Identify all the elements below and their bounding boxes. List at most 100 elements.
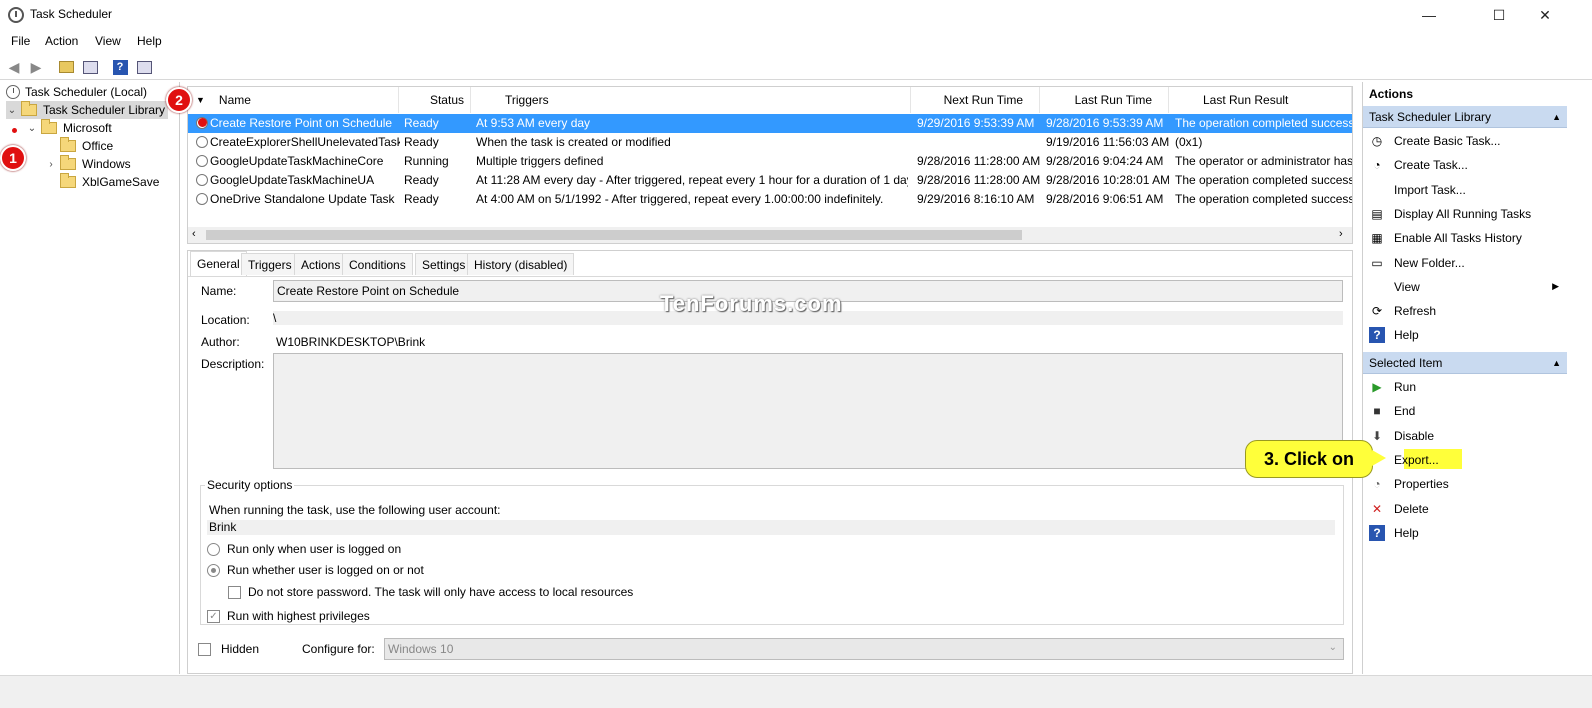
action-label: Delete — [1394, 501, 1429, 516]
run-highest-privileges-checkbox[interactable]: ✓ — [207, 610, 220, 623]
scroll-left-icon[interactable]: ‹ — [192, 228, 196, 240]
action-help[interactable]: ? Help — [1363, 522, 1567, 544]
callout-pointer-1 — [12, 128, 17, 133]
hidden-checkbox[interactable] — [198, 643, 211, 656]
watermark: TenForums.com — [660, 291, 843, 316]
tree-item-xblgamesave[interactable]: XblGameSave — [60, 173, 159, 191]
column-header-status[interactable]: Status — [399, 87, 471, 113]
table-row[interactable]: GoogleUpdateTaskMachineCore Running Multip… — [188, 152, 1352, 171]
show-hide-action-pane-icon[interactable] — [134, 57, 154, 77]
cell-status: Ready — [404, 135, 439, 149]
run-only-logged-on-radio[interactable] — [207, 543, 220, 556]
minimize-button[interactable]: — — [1406, 0, 1452, 30]
cell-name: OneDrive Standalone Update Task — [210, 192, 395, 206]
chevron-down-icon[interactable]: ⌄ — [26, 123, 38, 134]
action-properties[interactable]: ◔ Properties — [1363, 473, 1567, 495]
actions-pane: Actions Task Scheduler Library ▲ ◷ Create… — [1362, 82, 1567, 674]
column-header-name[interactable]: ▼ Name — [188, 87, 399, 113]
tree-item-task-scheduler-library[interactable]: ⌄ Task Scheduler Library — [6, 101, 169, 119]
tab-actions[interactable]: Actions — [294, 253, 348, 275]
column-header-last-run-result[interactable]: Last Run Result — [1169, 87, 1352, 113]
tree-item-windows[interactable]: › Windows — [45, 155, 131, 173]
sort-down-icon: ▼ — [196, 95, 205, 105]
tab-history[interactable]: History (disabled) — [467, 253, 575, 275]
up-folder-icon[interactable] — [56, 57, 76, 77]
running-tasks-icon: ▤ — [1371, 206, 1383, 221]
maximize-button[interactable]: ☐ — [1476, 0, 1522, 30]
actions-section-selected-item[interactable]: Selected Item ▲ — [1363, 352, 1567, 374]
column-header-next-run-time[interactable]: Next Run Time — [911, 87, 1040, 113]
tab-general[interactable]: General — [190, 251, 247, 276]
do-not-store-password-checkbox[interactable] — [228, 586, 241, 599]
tree-item-microsoft[interactable]: ⌄ Microsoft — [26, 119, 112, 137]
action-export[interactable]: Export... — [1363, 449, 1567, 471]
description-field[interactable] — [273, 353, 1343, 469]
action-label: Create Task... — [1394, 158, 1468, 173]
delete-icon: ✕ — [1371, 501, 1383, 516]
back-icon[interactable]: ◀ — [4, 57, 24, 77]
tree-label: Task Scheduler Library — [43, 103, 166, 117]
callout-pointer-2 — [198, 118, 207, 127]
scroll-right-icon[interactable]: › — [1339, 228, 1343, 240]
column-header-last-run-time[interactable]: Last Run Time — [1040, 87, 1169, 113]
cell-last: 9/28/2016 9:53:39 AM — [1046, 116, 1164, 130]
action-run[interactable]: ▶ Run — [1363, 376, 1567, 398]
table-row[interactable]: CreateExplorerShellUnelevatedTask Ready Wh… — [188, 133, 1352, 152]
menu-help[interactable]: Help — [137, 34, 162, 48]
history-icon: ▦ — [1371, 231, 1383, 246]
cell-next: 9/28/2016 11:28:00 AM — [917, 154, 1040, 168]
collapse-icon[interactable]: ▲ — [1552, 358, 1561, 368]
run-whether-logged-on-radio[interactable] — [207, 564, 220, 577]
menu-file[interactable]: File — [11, 34, 30, 48]
callout-badge-1: 1 — [0, 145, 26, 171]
table-row[interactable]: GoogleUpdateTaskMachineUA Ready At 11:28 A… — [188, 171, 1352, 190]
action-new-folder[interactable]: ▭ New Folder... — [1363, 252, 1567, 274]
run-icon: ▶ — [1372, 380, 1382, 394]
action-create-basic-task[interactable]: ◷ Create Basic Task... — [1363, 130, 1567, 152]
action-label: Disable — [1394, 428, 1435, 443]
menu-action[interactable]: Action — [45, 34, 78, 48]
cell-last: 9/28/2016 10:28:01 AM — [1046, 173, 1169, 187]
cell-result: (0x1) — [1175, 135, 1203, 149]
action-disable[interactable]: ⬇ Disable — [1363, 425, 1567, 447]
tab-settings[interactable]: Settings — [415, 253, 473, 275]
close-button[interactable]: ✕ — [1522, 0, 1568, 30]
tree-item-office[interactable]: Office — [60, 137, 113, 155]
horizontal-scrollbar[interactable]: ‹ › — [188, 227, 1352, 243]
action-enable-all-tasks-history[interactable]: ▦ Enable All Tasks History — [1363, 227, 1567, 249]
help-icon[interactable]: ? — [110, 57, 130, 77]
scrollbar-thumb[interactable] — [206, 230, 1022, 240]
collapse-icon[interactable]: ▲ — [1552, 112, 1561, 122]
actions-section-library[interactable]: Task Scheduler Library ▲ — [1363, 106, 1567, 128]
chevron-down-icon[interactable]: ⌄ — [6, 105, 18, 116]
callout-click-on: 3. Click on — [1245, 440, 1373, 478]
tab-triggers[interactable]: Triggers — [241, 253, 299, 275]
chevron-right-icon[interactable]: › — [45, 159, 57, 170]
table-row[interactable]: Create Restore Point on Schedule Ready At … — [188, 114, 1352, 133]
action-label: New Folder... — [1394, 255, 1465, 270]
task-scheduler-app-icon — [8, 7, 24, 23]
table-row[interactable]: OneDrive Standalone Update Task Ready At 4… — [188, 190, 1352, 209]
action-import-task[interactable]: Import Task... — [1363, 179, 1567, 201]
menu-view[interactable]: View — [95, 34, 121, 48]
task-clock-icon — [196, 136, 208, 148]
action-refresh[interactable]: ⟳ Refresh — [1363, 300, 1567, 322]
navigation-tree: Task Scheduler (Local) ⌄ Task Scheduler … — [0, 82, 180, 674]
column-header-triggers[interactable]: Triggers — [471, 87, 911, 113]
action-create-task[interactable]: ◔ Create Task... — [1363, 154, 1567, 176]
forward-icon[interactable]: ▶ — [26, 57, 46, 77]
action-view[interactable]: View ▶ — [1363, 276, 1567, 298]
tab-conditions[interactable]: Conditions — [342, 253, 413, 275]
configure-for-select[interactable]: Windows 10 ⌄ — [384, 638, 1344, 660]
menu-bar: File Action View Help — [0, 31, 1592, 53]
tree-item-task-scheduler-local[interactable]: Task Scheduler (Local) — [6, 83, 147, 101]
action-help[interactable]: ? Help — [1363, 324, 1567, 346]
action-display-all-running-tasks[interactable]: ▤ Display All Running Tasks — [1363, 203, 1567, 225]
show-hide-tree-icon[interactable] — [80, 57, 100, 77]
action-end[interactable]: ■ End — [1363, 400, 1567, 422]
action-delete[interactable]: ✕ Delete — [1363, 498, 1567, 520]
action-label: Create Basic Task... — [1394, 134, 1501, 148]
title-bar: Task Scheduler — ☐ ✕ — [0, 0, 1592, 30]
action-label: Export... — [1394, 452, 1439, 467]
cell-next: 9/29/2016 9:53:39 AM — [917, 116, 1035, 130]
